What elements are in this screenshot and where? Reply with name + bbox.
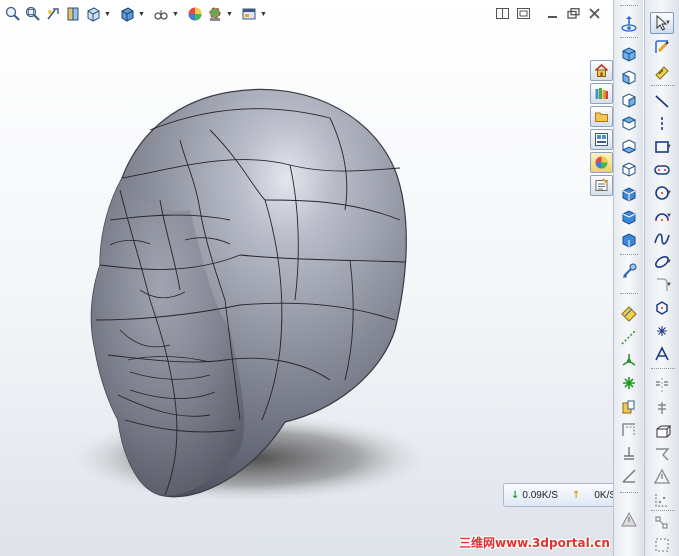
display-style-dropdown-icon[interactable]: ▼ [138, 5, 145, 23]
head-model[interactable] [0, 0, 613, 556]
split-vertical-icon[interactable] [515, 6, 532, 20]
spline-icon[interactable] [650, 228, 674, 250]
circle-icon[interactable]: ▼ [650, 182, 674, 204]
view-settings-icon[interactable] [240, 5, 258, 23]
polygon-icon[interactable] [650, 297, 674, 319]
fillet-icon[interactable]: ▼ [650, 274, 674, 296]
site-watermark: 三维网www.3dportal.cn [459, 536, 610, 550]
convert-entities-icon[interactable] [650, 443, 674, 465]
custom-properties-icon[interactable] [590, 175, 613, 196]
section-plane-icon[interactable] [619, 303, 639, 323]
section-view-icon[interactable] [64, 5, 82, 23]
text-icon[interactable] [650, 343, 674, 365]
previous-view-icon[interactable] [44, 5, 62, 23]
trimetric-view-icon[interactable] [619, 207, 639, 227]
upload-arrow-icon: ↑ [571, 489, 581, 501]
document-window-controls [494, 6, 603, 20]
minimize-icon[interactable] [544, 6, 561, 20]
edit-appearance-icon[interactable] [186, 5, 204, 23]
apply-scene-icon[interactable] [206, 5, 224, 23]
heads-up-view-toolbar: ▼ ▼ ▼ ▼ ▼ [4, 4, 267, 24]
shaded-sketch-icon[interactable] [619, 510, 639, 530]
design-library-icon[interactable] [590, 83, 613, 104]
sketch-toolbar-strip: ▼ ▼ ▼ ▼ ▼ ▼ [644, 0, 679, 556]
right-view-icon[interactable] [619, 136, 639, 156]
mirror-icon[interactable] [650, 374, 674, 396]
hide-show-dropdown-icon[interactable]: ▼ [172, 5, 179, 23]
point-cloud-icon[interactable] [619, 373, 639, 393]
construction-line-icon[interactable] [619, 327, 639, 347]
upload-speed: 0K/S [594, 489, 613, 501]
offset-icon[interactable] [650, 397, 674, 419]
left-view-icon[interactable] [619, 113, 639, 133]
normal-to-icon[interactable] [619, 261, 639, 281]
sketch-icon[interactable] [650, 36, 674, 58]
display-style-icon[interactable] [118, 5, 136, 23]
solidworks-resources-icon[interactable] [590, 60, 613, 81]
view-toolbar-strip [613, 0, 643, 556]
mate-icon[interactable] [619, 351, 639, 371]
extend-icon[interactable] [650, 466, 674, 488]
task-pane-tabs [590, 60, 613, 196]
move-entities-icon[interactable] [619, 420, 639, 440]
zoom-to-fit-icon[interactable] [4, 5, 22, 23]
network-speed-monitor[interactable]: ↓ 0.09K/S ↑ 0K/S e [503, 483, 613, 507]
back-view-icon[interactable] [619, 90, 639, 110]
copy-entities-icon[interactable] [619, 397, 639, 417]
arc-icon[interactable]: ▼ [650, 205, 674, 227]
centerline-icon[interactable] [650, 113, 674, 135]
download-arrow-icon: ↓ [511, 489, 520, 501]
slot-icon[interactable] [650, 159, 674, 181]
ellipse-icon[interactable]: ▼ [650, 251, 674, 273]
view-orientation-icon[interactable] [84, 5, 102, 23]
trim-icon[interactable] [650, 420, 674, 442]
zoom-to-area-icon[interactable] [24, 5, 42, 23]
file-explorer-icon[interactable] [590, 106, 613, 127]
view-palette-icon[interactable] [590, 129, 613, 150]
angle-icon[interactable] [619, 466, 639, 486]
bottom-view-icon[interactable] [619, 184, 639, 204]
linear-pattern-icon[interactable] [650, 489, 674, 511]
hide-show-items-icon[interactable] [152, 5, 170, 23]
smart-dimension-icon[interactable] [650, 60, 674, 82]
top-view-icon[interactable] [619, 159, 639, 179]
front-view-icon[interactable] [619, 67, 639, 87]
reference-triad-icon[interactable] [619, 14, 639, 34]
close-icon[interactable] [586, 6, 603, 20]
select-icon[interactable]: ▼ [650, 12, 674, 34]
view-orientation-dropdown-icon[interactable]: ▼ [104, 5, 111, 23]
display-relations-icon[interactable] [650, 534, 674, 556]
point-icon[interactable] [650, 320, 674, 342]
add-relation-icon[interactable] [650, 512, 674, 534]
dimetric-view-icon[interactable] [619, 230, 639, 250]
graphics-area[interactable]: ▼ ▼ ▼ ▼ ▼ ↓ 0.09K/S ↑ 0K/S 三维网www.3dport… [0, 0, 613, 556]
toolbar-grip[interactable] [620, 5, 638, 7]
apply-scene-dropdown-icon[interactable]: ▼ [226, 5, 233, 23]
download-speed: 0.09K/S [522, 489, 558, 501]
view-settings-dropdown-icon[interactable]: ▼ [260, 5, 267, 23]
rectangle-icon[interactable]: ▼ [650, 136, 674, 158]
isometric-view-icon[interactable] [619, 44, 639, 64]
appearances-scenes-icon[interactable] [590, 152, 613, 173]
split-horizontal-icon[interactable] [494, 6, 511, 20]
fix-icon[interactable] [619, 443, 639, 463]
line-icon[interactable] [650, 90, 674, 112]
restore-icon[interactable] [565, 6, 582, 20]
